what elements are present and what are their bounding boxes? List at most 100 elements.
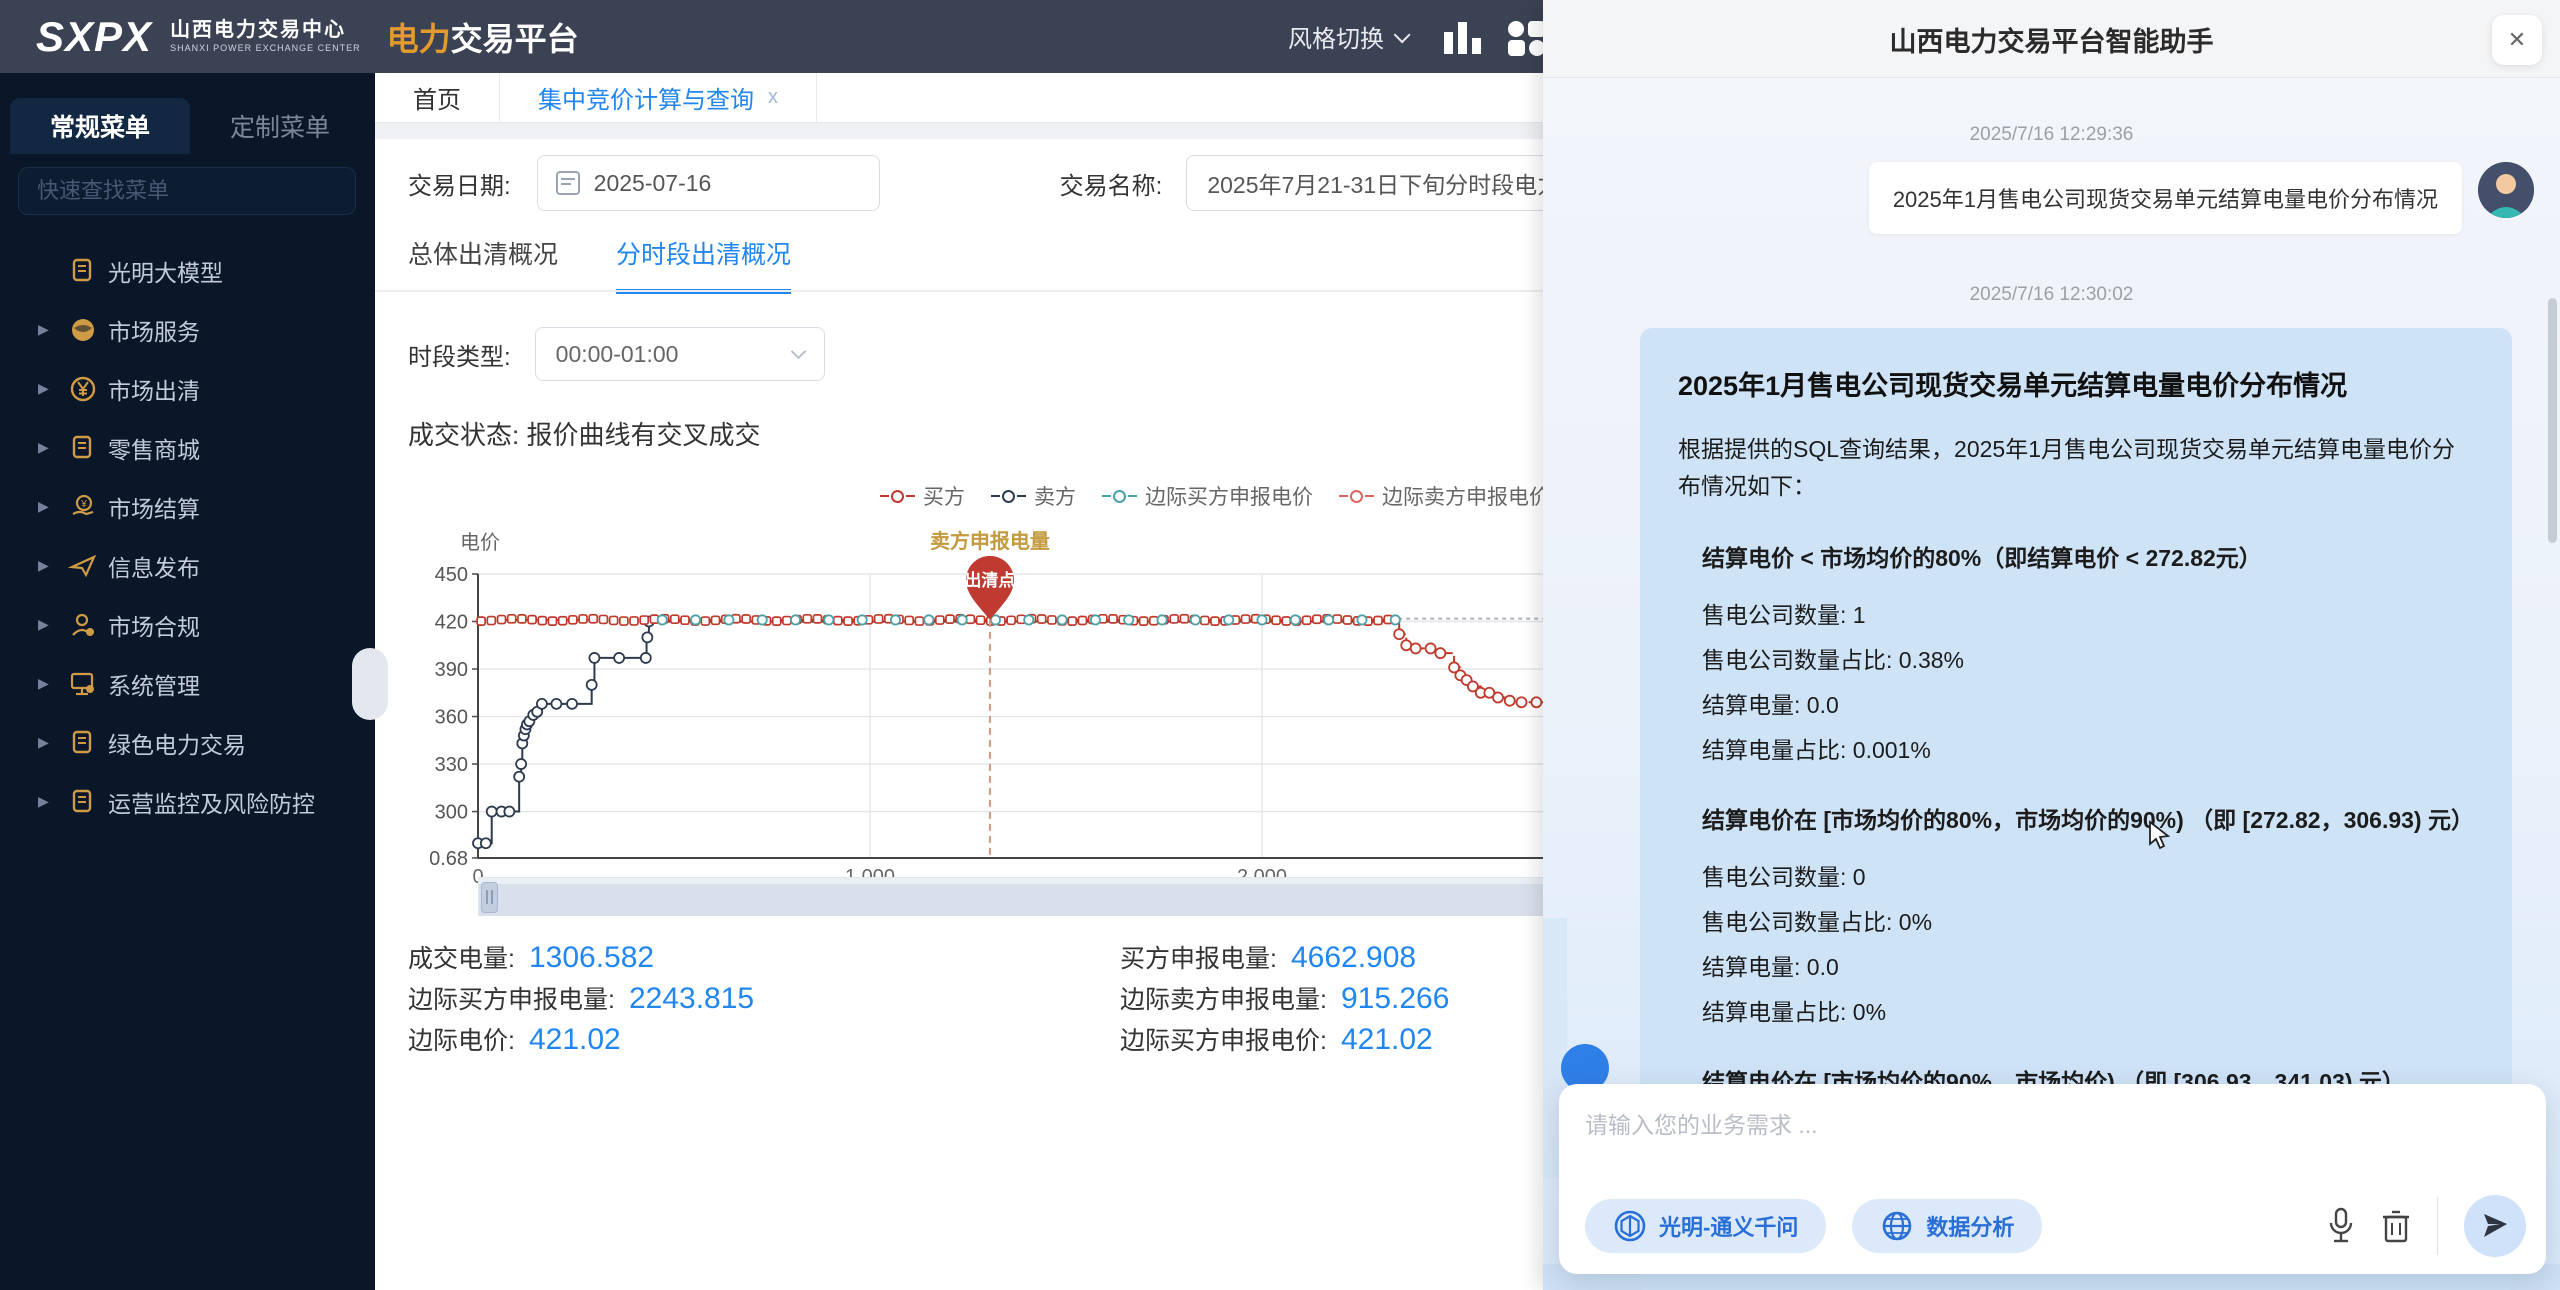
sidebar-tabs: 常规菜单定制菜单 bbox=[10, 98, 370, 154]
stat-value: 1306.582 bbox=[529, 941, 654, 975]
sidebar-item-label: 零售商城 bbox=[108, 431, 200, 465]
sidebar-collapse-handle[interactable] bbox=[352, 648, 388, 720]
svg-text:卖方申报电量: 卖方申报电量 bbox=[930, 529, 1050, 553]
yen-icon bbox=[68, 374, 98, 404]
sidebar-item-label: 绿色电力交易 bbox=[108, 726, 246, 760]
legend-item-4[interactable]: 边际卖方申报电价 bbox=[1339, 481, 1550, 511]
chat-toolbar: 光明-通义千问 数据分析 bbox=[1585, 1194, 2526, 1258]
sidebar-item-8[interactable]: ▶系统管理 bbox=[0, 654, 375, 713]
user-message-row: 2025年1月售电公司现货交易单元结算电量电价分布情况 bbox=[1869, 162, 2534, 234]
sidebar-menu: 光明大模型▶市场服务▶市场出清▶零售商城▶¥市场结算▶信息发布▶市场合规▶系统管… bbox=[0, 241, 375, 831]
svg-text:360: 360 bbox=[435, 707, 468, 729]
chat-body[interactable]: 2025/7/16 12:29:36 2025年1月售电公司现货交易单元结算电量… bbox=[1543, 78, 2560, 1290]
sidebar-item-10[interactable]: ▶ 运营监控及风险防控 bbox=[0, 772, 375, 831]
model-pill-tongyi[interactable]: 光明-通义千问 bbox=[1585, 1199, 1826, 1253]
clearing-price-chart[interactable]: 450420390360330300270.6801,0002,000电价出清点… bbox=[430, 521, 1570, 921]
page-tab-1[interactable]: 首页 bbox=[375, 73, 500, 122]
sidebar-item-9[interactable]: ▶ 绿色电力交易 bbox=[0, 713, 375, 772]
globe-icon bbox=[68, 315, 98, 345]
stat-item: 买方申报电量:4662.908 bbox=[1120, 939, 1416, 975]
close-tab-icon[interactable]: x bbox=[768, 86, 778, 109]
svg-text:450: 450 bbox=[435, 564, 468, 586]
expand-caret-icon: ▶ bbox=[38, 439, 68, 456]
trade-date-input[interactable]: 2025-07-16 bbox=[537, 155, 880, 211]
globe-icon bbox=[1880, 1209, 1914, 1243]
chat-scrollbar[interactable] bbox=[2548, 298, 2557, 543]
expand-caret-icon: ▶ bbox=[38, 616, 68, 633]
subtab-1[interactable]: 总体出清概况 bbox=[408, 235, 558, 294]
stat-value: 2243.815 bbox=[629, 982, 754, 1016]
user-message-bubble: 2025年1月售电公司现货交易单元结算电量电价分布情况 bbox=[1869, 162, 2462, 234]
page-tab-2[interactable]: 集中竞价计算与查询x bbox=[500, 73, 817, 122]
doc-icon bbox=[68, 433, 98, 463]
sidebar-item-3[interactable]: ▶市场出清 bbox=[0, 359, 375, 418]
toolbar-divider bbox=[2437, 1197, 2438, 1255]
svg-text:330: 330 bbox=[435, 754, 468, 776]
style-switch-dropdown[interactable]: 风格切换 bbox=[1288, 0, 1406, 73]
message-timestamp: 2025/7/16 12:29:36 bbox=[1543, 124, 2560, 146]
expand-caret-icon: ▶ bbox=[38, 793, 68, 810]
send-icon bbox=[68, 551, 98, 581]
close-icon[interactable]: ✕ bbox=[2492, 15, 2542, 65]
stat-item: 边际买方申报电量: 2243.815 bbox=[408, 980, 754, 1016]
legend-item-2[interactable]: 卖方 bbox=[991, 481, 1076, 511]
sidebar-item-6[interactable]: ▶信息发布 bbox=[0, 536, 375, 595]
datazoom-left-handle[interactable] bbox=[481, 882, 498, 913]
datazoom-selected-range[interactable] bbox=[479, 884, 1559, 916]
svg-text:¥: ¥ bbox=[80, 499, 87, 510]
mode-pill-data-analysis[interactable]: 数据分析 bbox=[1852, 1199, 2042, 1253]
stat-label: 边际卖方申报电量: bbox=[1120, 980, 1327, 1016]
stat-label: 成交电量: bbox=[408, 939, 515, 975]
tongyi-logo-icon bbox=[1613, 1209, 1647, 1243]
sidebar-item-label: 系统管理 bbox=[108, 667, 200, 701]
sidebar-item-5[interactable]: ▶¥市场结算 bbox=[0, 477, 375, 536]
legend-item-1[interactable]: 买方 bbox=[880, 481, 965, 511]
sidebar-item-label: 运营监控及风险防控 bbox=[108, 785, 315, 819]
sidebar-item-label: 市场结算 bbox=[108, 490, 200, 524]
sidebar-item-label: 市场服务 bbox=[108, 313, 200, 347]
reply-intro: 根据提供的SQL查询结果，2025年1月售电公司现货交易单元结算电量电价分布情况… bbox=[1678, 431, 2474, 505]
reply-data-line: 售电公司数量: 1 bbox=[1678, 599, 2474, 632]
bar-chart-icon[interactable] bbox=[1442, 18, 1486, 58]
legend-item-3[interactable]: 边际买方申报电价 bbox=[1102, 481, 1313, 511]
user-avatar bbox=[2478, 162, 2534, 218]
doc-icon bbox=[68, 787, 98, 817]
expand-caret-icon: ▶ bbox=[38, 734, 68, 751]
svg-text:电价: 电价 bbox=[460, 531, 500, 554]
microphone-icon[interactable] bbox=[2327, 1207, 2355, 1245]
stat-value: 421.02 bbox=[1341, 1023, 1433, 1057]
sidebar-tab-regular[interactable]: 常规菜单 bbox=[10, 98, 190, 154]
period-type-select[interactable]: 00:00-01:00 bbox=[535, 327, 825, 381]
stat-label: 边际电价: bbox=[408, 1021, 515, 1057]
sidebar-item-7[interactable]: ▶ 市场合规 bbox=[0, 595, 375, 654]
reply-data-line: 售电公司数量占比: 0.38% bbox=[1678, 644, 2474, 677]
subtab-2[interactable]: 分时段出清概况 bbox=[616, 235, 791, 294]
sidebar-tab-custom[interactable]: 定制菜单 bbox=[190, 98, 370, 154]
sidebar-item-4[interactable]: ▶ 零售商城 bbox=[0, 418, 375, 477]
chat-header: 山西电力交易平台智能助手 ✕ bbox=[1543, 0, 2560, 78]
chat-input[interactable]: 请输入您的业务需求 ... bbox=[1585, 1106, 1818, 1140]
calendar-icon bbox=[556, 171, 580, 195]
chat-title: 山西电力交易平台智能助手 bbox=[1543, 0, 2560, 78]
svg-text:270.68: 270.68 bbox=[430, 848, 468, 870]
reply-data-line: 售电公司数量: 0 bbox=[1678, 861, 2474, 894]
trash-icon[interactable] bbox=[2381, 1208, 2411, 1244]
reply-section-heading: 结算电价在 [市场均价的80%，市场均价的90%) （即 [272.82，306… bbox=[1678, 801, 2474, 835]
chart-datazoom-slider[interactable] bbox=[478, 877, 1560, 916]
paper-plane-icon bbox=[2480, 1211, 2510, 1241]
chat-input-card: 请输入您的业务需求 ... 光明-通义千问 bbox=[1559, 1084, 2546, 1274]
reply-data-line: 结算电量: 0.0 bbox=[1678, 689, 2474, 722]
assistant-panel: 2025/7/16 12:29:36 2025年1月售电公司现货交易单元结算电量… bbox=[1543, 0, 2560, 1290]
doc-icon bbox=[68, 256, 98, 286]
sidebar-item-1[interactable]: 光明大模型 bbox=[0, 241, 375, 300]
stat-label: 边际买方申报电价: bbox=[1120, 1021, 1327, 1057]
period-row: 时段类型: 00:00-01:00 bbox=[408, 327, 825, 381]
message-timestamp: 2025/7/16 12:30:02 bbox=[1543, 284, 2560, 306]
sidebar-item-2[interactable]: ▶市场服务 bbox=[0, 300, 375, 359]
menu-search-input[interactable] bbox=[18, 167, 356, 215]
sidebar-item-label: 信息发布 bbox=[108, 549, 200, 583]
send-button[interactable] bbox=[2464, 1195, 2526, 1257]
sidebar-item-label: 市场合规 bbox=[108, 608, 200, 642]
stat-item: 边际买方申报电价: 421.02 bbox=[1120, 1021, 1433, 1057]
stat-label: 边际买方申报电量: bbox=[408, 980, 615, 1016]
